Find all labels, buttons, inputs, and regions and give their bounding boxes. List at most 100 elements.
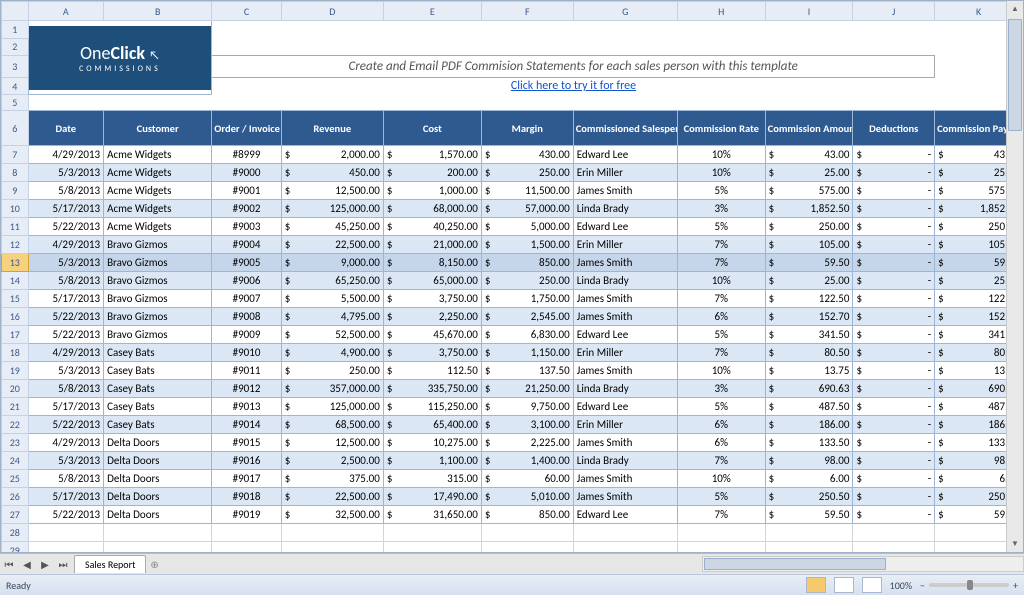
cell-salesperson[interactable]: Edward Lee [573, 506, 677, 524]
cell-deductions[interactable]: $- [853, 236, 935, 254]
cell-date[interactable]: 4/29/2013 [28, 146, 104, 164]
cell-cost[interactable]: $2,250.00 [383, 308, 481, 326]
cell-rate[interactable]: 6% [677, 308, 765, 326]
cell-margin[interactable]: $6,830.00 [481, 326, 573, 344]
cell-salesperson[interactable]: James Smith [573, 488, 677, 506]
cell-deductions[interactable]: $- [853, 308, 935, 326]
cell-cost[interactable]: $68,000.00 [383, 200, 481, 218]
cell-empty[interactable] [281, 542, 383, 554]
scroll-down-arrow[interactable]: ▼ [1007, 536, 1023, 552]
cell-margin[interactable]: $57,000.00 [481, 200, 573, 218]
cell-revenue[interactable]: $22,500.00 [281, 488, 383, 506]
cell-date[interactable]: 5/22/2013 [28, 326, 104, 344]
col-header-G[interactable]: G [573, 2, 677, 21]
cell-revenue[interactable]: $12,500.00 [281, 434, 383, 452]
cell-salesperson[interactable]: James Smith [573, 362, 677, 380]
cell-deductions[interactable]: $- [853, 200, 935, 218]
cell-rate[interactable]: 10% [677, 362, 765, 380]
cell-margin[interactable]: $2,545.00 [481, 308, 573, 326]
cell-deductions[interactable]: $- [853, 218, 935, 236]
cell-amount[interactable]: $1,852.50 [765, 200, 853, 218]
cell-margin[interactable]: $137.50 [481, 362, 573, 380]
cell-rate[interactable]: 3% [677, 380, 765, 398]
row-header-9[interactable]: 9 [2, 182, 29, 200]
cell-deductions[interactable]: $- [853, 488, 935, 506]
cell-revenue[interactable]: $45,250.00 [281, 218, 383, 236]
cell-empty[interactable] [677, 542, 765, 554]
cell-margin[interactable]: $2,225.00 [481, 434, 573, 452]
row-header-24[interactable]: 24 [2, 452, 29, 470]
cell-cost[interactable]: $1,570.00 [383, 146, 481, 164]
cell-amount[interactable]: $152.70 [765, 308, 853, 326]
cell-margin[interactable]: $250.00 [481, 272, 573, 290]
cell-revenue[interactable]: $52,500.00 [281, 326, 383, 344]
cell-customer[interactable]: Delta Doors [104, 488, 212, 506]
cell-empty[interactable] [481, 524, 573, 542]
cell-cost[interactable]: $8,150.00 [383, 254, 481, 272]
cell-cost[interactable]: $115,250.00 [383, 398, 481, 416]
cell-date[interactable]: 5/8/2013 [28, 470, 104, 488]
cell-date[interactable]: 5/22/2013 [28, 308, 104, 326]
cell-revenue[interactable]: $5,500.00 [281, 290, 383, 308]
cell-customer[interactable]: Bravo Gizmos [104, 254, 212, 272]
cell-empty[interactable] [212, 38, 1023, 56]
cell-invoice[interactable]: #9003 [212, 218, 281, 236]
cell-salesperson[interactable]: Edward Lee [573, 398, 677, 416]
cell-empty[interactable] [212, 524, 281, 542]
cell-salesperson[interactable]: James Smith [573, 308, 677, 326]
cell-date[interactable]: 5/3/2013 [28, 164, 104, 182]
cell-deductions[interactable]: $- [853, 434, 935, 452]
cell-cost[interactable]: $17,490.00 [383, 488, 481, 506]
cell-deductions[interactable]: $- [853, 452, 935, 470]
cell-deductions[interactable]: $- [853, 146, 935, 164]
header-sp[interactable]: Commissioned Salesperson [573, 111, 677, 146]
cell-rate[interactable]: 6% [677, 434, 765, 452]
cell-deductions[interactable]: $- [853, 326, 935, 344]
insert-sheet-icon[interactable]: ⊕ [150, 558, 158, 571]
cell-amount[interactable]: $25.00 [765, 164, 853, 182]
zoom-slider[interactable]: − + [920, 579, 1018, 592]
cell-invoice[interactable]: #9014 [212, 416, 281, 434]
cell-revenue[interactable]: $68,500.00 [281, 416, 383, 434]
cell-revenue[interactable]: $125,000.00 [281, 200, 383, 218]
cell-revenue[interactable]: $250.00 [281, 362, 383, 380]
cell-salesperson[interactable]: James Smith [573, 254, 677, 272]
row-header-13[interactable]: 13 [2, 254, 29, 272]
header-cost[interactable]: Cost [383, 111, 481, 146]
cell-invoice[interactable]: #9002 [212, 200, 281, 218]
col-header-A[interactable]: A [28, 2, 104, 21]
cell-empty[interactable] [212, 542, 281, 554]
cell-customer[interactable]: Acme Widgets [104, 182, 212, 200]
cell-revenue[interactable]: $22,500.00 [281, 236, 383, 254]
cell-invoice[interactable]: #9015 [212, 434, 281, 452]
cell-margin[interactable]: $1,750.00 [481, 290, 573, 308]
cell-cost[interactable]: $200.00 [383, 164, 481, 182]
cell-salesperson[interactable]: Linda Brady [573, 200, 677, 218]
row-header-7[interactable]: 7 [2, 146, 29, 164]
cell-rate[interactable]: 5% [677, 326, 765, 344]
cell-customer[interactable]: Bravo Gizmos [104, 290, 212, 308]
cell-salesperson[interactable]: James Smith [573, 290, 677, 308]
cell-invoice[interactable]: #9011 [212, 362, 281, 380]
row-header-25[interactable]: 25 [2, 470, 29, 488]
cell-margin[interactable]: $60.00 [481, 470, 573, 488]
zoom-out-icon[interactable]: − [920, 579, 925, 592]
cell-rate[interactable]: 5% [677, 182, 765, 200]
cell-empty[interactable] [104, 524, 212, 542]
row-header-1[interactable]: 1 [2, 21, 29, 39]
row-header-11[interactable]: 11 [2, 218, 29, 236]
view-normal-button[interactable] [806, 577, 826, 593]
col-header-corner[interactable] [2, 2, 29, 21]
cell-cost[interactable]: $3,750.00 [383, 344, 481, 362]
zoom-level[interactable]: 100% [890, 579, 912, 592]
cell-empty[interactable] [677, 524, 765, 542]
cell-cost[interactable]: $1,000.00 [383, 182, 481, 200]
cell-margin[interactable]: $5,010.00 [481, 488, 573, 506]
cell-customer[interactable]: Acme Widgets [104, 146, 212, 164]
sheet-tab[interactable]: Sales Report [74, 555, 146, 573]
col-header-H[interactable]: H [677, 2, 765, 21]
cell-date[interactable]: 5/3/2013 [28, 362, 104, 380]
cell-customer[interactable]: Acme Widgets [104, 164, 212, 182]
header-margin[interactable]: Margin [481, 111, 573, 146]
view-page-break-button[interactable] [862, 577, 882, 593]
